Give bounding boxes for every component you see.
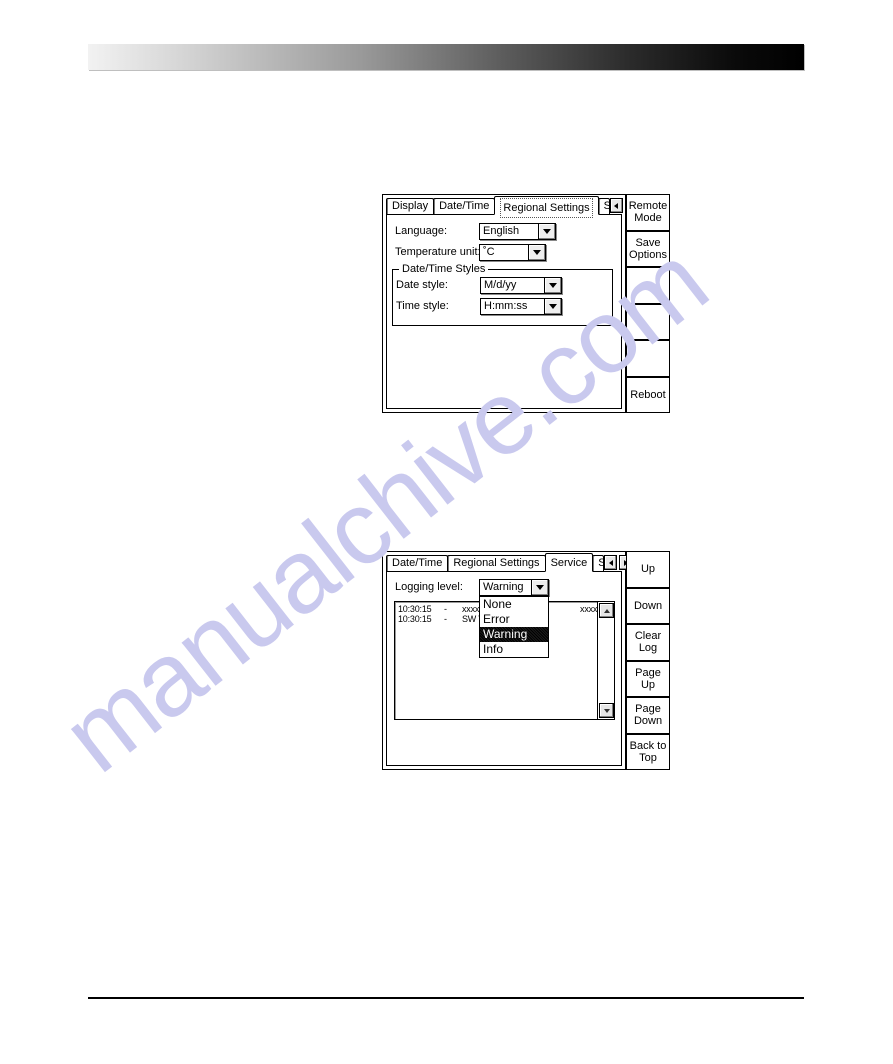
chevron-down-icon[interactable] (544, 299, 561, 314)
softkey-reboot[interactable]: Reboot (627, 377, 669, 412)
tab-service[interactable]: Service (544, 553, 594, 572)
service-tabstrip: Date/Time Regional Settings Service Syst (383, 552, 633, 572)
tab-prev-button[interactable] (604, 555, 618, 570)
log-text-tail: xxxx (580, 604, 598, 614)
log-separator: - (444, 614, 447, 624)
date-style-combo[interactable]: M/d/yy (480, 277, 562, 294)
softkey-back-to-top[interactable]: Back to Top (627, 734, 669, 769)
triangle-left-icon (614, 202, 619, 209)
softkey-remote-mode[interactable]: Remote Mode (627, 195, 669, 232)
softkey-down[interactable]: Down (627, 588, 669, 625)
page-canvas (0, 0, 893, 1064)
tab-system-clipped[interactable]: Syst (592, 555, 605, 571)
time-style-value: H:mm:ss (484, 300, 528, 312)
chevron-down-icon[interactable] (538, 224, 555, 239)
scroll-down-button[interactable] (599, 703, 614, 718)
language-combo[interactable]: English (479, 223, 556, 240)
service-tab-body: Logging level: Warning 10:30:15-xxxxxx 1… (386, 571, 622, 766)
tab-label: Display (392, 200, 429, 212)
tab-prev-button[interactable] (609, 198, 623, 213)
temperature-unit-combo[interactable]: ˚C (479, 244, 546, 261)
chevron-down-icon[interactable] (531, 580, 548, 595)
logging-level-label: Logging level: (395, 581, 463, 593)
tab-label: Regional Settings (500, 198, 593, 218)
log-separator: - (444, 604, 447, 614)
log-time: 10:30:15 (398, 604, 432, 614)
service-dialog: Date/Time Regional Settings Service Syst… (382, 551, 633, 770)
tab-date-time[interactable]: Date/Time (433, 198, 496, 214)
tab-label: Syst (598, 557, 603, 569)
softkey-empty-3[interactable] (627, 268, 669, 305)
tab-display[interactable]: Display (386, 198, 435, 214)
logging-level-dropdown[interactable]: None Error Warning Info (479, 596, 549, 658)
regional-tabstrip: Display Date/Time Regional Settings Serv… (383, 195, 638, 218)
scroll-up-icon (603, 608, 610, 613)
logging-level-row: Logging level: (395, 581, 463, 593)
softkey-empty-4[interactable] (627, 304, 669, 341)
temperature-unit-row: Temperature unit: (395, 246, 481, 258)
tab-service-clipped[interactable]: Servi (597, 198, 610, 214)
time-style-label: Time style: (396, 300, 449, 312)
tab-label: Regional Settings (453, 557, 540, 569)
softkey-page-up[interactable]: Page Up (627, 661, 669, 698)
scroll-up-button[interactable] (599, 603, 614, 618)
tab-regional-settings[interactable]: Regional Settings (494, 196, 599, 218)
dropdown-option-error[interactable]: Error (480, 612, 548, 627)
chevron-down-icon[interactable] (544, 278, 561, 293)
scroll-down-icon (603, 708, 610, 713)
log-time: 10:30:15 (398, 614, 432, 624)
triangle-left-icon (608, 559, 613, 566)
date-style-label: Date style: (396, 279, 448, 291)
tab-label: Service (550, 557, 588, 569)
dropdown-option-none[interactable]: None (480, 597, 548, 612)
softkey-up[interactable]: Up (627, 552, 669, 589)
time-style-combo[interactable]: H:mm:ss (480, 298, 562, 315)
softkey-save-options[interactable]: Save Options (627, 231, 669, 268)
header-gradient-bar (88, 44, 804, 70)
service-softkey-column: Up Down Clear Log Page Up Page Down Back… (626, 551, 670, 770)
softkey-clear-log[interactable]: Clear Log (627, 625, 669, 662)
log-scrollbar[interactable] (597, 602, 614, 719)
chevron-down-icon[interactable] (528, 245, 545, 260)
softkey-page-down[interactable]: Page Down (627, 698, 669, 735)
language-label: Language: (395, 225, 447, 237)
tab-regional-settings[interactable]: Regional Settings (447, 555, 546, 571)
tab-date-time[interactable]: Date/Time (386, 555, 449, 571)
regional-softkey-column: Remote Mode Save Options Reboot (626, 194, 670, 413)
tab-label: Servi (604, 200, 609, 212)
tab-label: Date/Time (439, 200, 490, 212)
temperature-unit-label: Temperature unit: (395, 246, 481, 258)
date-style-row: Date style: (396, 279, 448, 291)
regional-tab-body: Language: English Temperature unit: ˚C D… (386, 214, 622, 409)
date-time-styles-title: Date/Time Styles (399, 263, 489, 275)
language-row: Language: (395, 225, 447, 237)
language-value: English (483, 225, 520, 237)
temperature-unit-value: ˚C (483, 246, 495, 258)
date-time-styles-group: Date/Time Styles Date style: M/d/yy Time… (392, 263, 613, 326)
logging-level-value: Warning (483, 581, 524, 593)
logging-level-combo[interactable]: Warning (479, 579, 549, 596)
dropdown-option-warning[interactable]: Warning (480, 627, 548, 642)
footer-rule (88, 997, 804, 999)
dropdown-option-info[interactable]: Info (480, 642, 548, 657)
tab-label: Date/Time (392, 557, 443, 569)
date-style-value: M/d/yy (484, 279, 517, 291)
regional-settings-dialog: Display Date/Time Regional Settings Serv… (382, 194, 638, 413)
softkey-empty-5[interactable] (627, 341, 669, 378)
time-style-row: Time style: (396, 300, 449, 312)
